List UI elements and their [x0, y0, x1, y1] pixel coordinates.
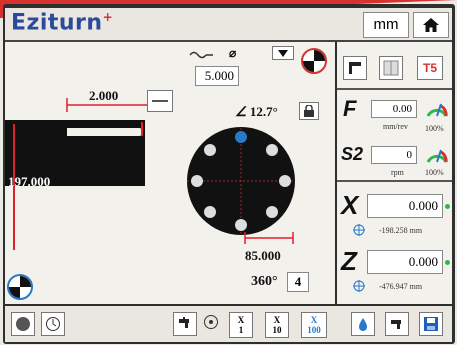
spindle-field[interactable]: 0: [371, 146, 417, 164]
center-mark-icon-bottom[interactable]: [7, 274, 33, 300]
spindle-unit: rpm: [391, 168, 404, 177]
z-secondary-value: -476.947 mm: [379, 282, 423, 291]
x-position-field[interactable]: 0.000: [367, 194, 443, 218]
x-axis-label: X: [341, 190, 359, 220]
divider: [337, 88, 452, 90]
top-bar: Eziturn+ mm: [5, 8, 452, 42]
jog-x10-button[interactable]: X 10: [265, 312, 289, 338]
z-target-icon[interactable]: [353, 280, 365, 292]
app-logo: Eziturn+: [11, 10, 114, 36]
save-icon: [424, 317, 438, 331]
bolt-hole-8: [204, 144, 216, 156]
bolt-circle-diagram: [187, 127, 295, 235]
bolt-hole-2: [266, 144, 278, 156]
grid-icon: [383, 60, 399, 76]
tool-icon: [152, 100, 168, 102]
tool-number-button[interactable]: T5: [417, 56, 443, 80]
x-status-led: [445, 204, 450, 209]
feed-field[interactable]: 0.00: [371, 100, 417, 118]
angle-label: ∠ 12.7°: [235, 104, 278, 119]
z-position-field[interactable]: 0.000: [367, 250, 443, 274]
bolt-hole-7: [191, 175, 203, 187]
lock-button[interactable]: [299, 102, 319, 120]
width-dimension-line: [66, 98, 150, 112]
feed-override-pct: 100%: [425, 124, 444, 133]
bolt-hole-5: [235, 219, 247, 231]
triangle-down-icon: [278, 50, 288, 57]
bolt-hole-3: [279, 175, 291, 187]
tap-icon: [391, 320, 401, 329]
divider: [337, 180, 452, 182]
bolt-circle-diameter: 85.000: [245, 248, 281, 263]
coolant-button[interactable]: [173, 312, 197, 336]
feed-unit: mm/rev: [383, 122, 408, 131]
coolant-tap-icon: [179, 317, 189, 328]
tool-table-button[interactable]: [379, 56, 403, 80]
coolant-spray-button[interactable]: [351, 312, 375, 336]
units-selector[interactable]: mm: [363, 12, 409, 38]
jog-x10-top: X: [273, 315, 281, 325]
spindle-override-pct: 100%: [425, 168, 444, 177]
record-icon: [16, 317, 30, 331]
timer-icon: [46, 317, 60, 331]
bottom-toolbar: X1 X 10 X 100: [5, 306, 452, 342]
record-button[interactable]: [11, 312, 35, 336]
bolt-hole-6: [204, 206, 216, 218]
jog-x1-button[interactable]: X1: [229, 312, 253, 338]
home-button[interactable]: [413, 12, 449, 38]
tool-holder-icon: [349, 62, 361, 74]
center-mark-icon-top[interactable]: [301, 48, 327, 74]
feed-gauge-icon[interactable]: [425, 96, 449, 120]
jog-x100-bottom: 100: [307, 325, 321, 335]
spindle-direction-icon[interactable]: [203, 314, 219, 330]
jog-x1-bottom: 1: [238, 325, 244, 335]
bolt-circle-dimension-line: [244, 232, 294, 244]
stock-diameter-icon: [189, 51, 213, 59]
timer-button[interactable]: [41, 312, 65, 336]
drop-icon: [359, 318, 367, 331]
lock-icon: [304, 105, 314, 117]
full-angle-label: 360°: [251, 274, 278, 289]
spindle-gauge-icon[interactable]: [425, 142, 449, 166]
save-button[interactable]: [419, 312, 443, 336]
part-dimension: 197.000: [8, 174, 51, 189]
jog-x1-top: X: [237, 315, 245, 325]
z-status-led: [445, 260, 450, 265]
angle-icon: ∠: [235, 104, 250, 119]
home-icon: [423, 17, 439, 32]
right-panel: T5 F 0.00 mm/rev 100% S2 0 rpm 100% X 0.…: [337, 42, 452, 304]
spindle-label: S2: [341, 144, 364, 164]
main-view: ⌀ 5.000 2.000 197.000 ∠ 12.7° 85.000 360…: [5, 42, 335, 304]
tap-button[interactable]: [385, 312, 409, 336]
tool-offset-button[interactable]: [147, 90, 173, 112]
tool-holder-button[interactable]: [343, 56, 367, 80]
dropdown-button[interactable]: [272, 46, 294, 60]
jog-x100-button[interactable]: X 100: [301, 312, 327, 338]
x-target-icon[interactable]: [353, 224, 365, 236]
jog-x100-top: X: [310, 315, 318, 325]
hole-count-field[interactable]: 4: [287, 272, 309, 292]
stock-diameter-field[interactable]: 5.000: [195, 66, 239, 86]
jog-x10-bottom: 10: [272, 325, 282, 335]
z-axis-label: Z: [341, 246, 357, 276]
part-groove: [67, 128, 143, 136]
groove-marker: [141, 122, 143, 136]
feed-label: F: [343, 96, 357, 121]
x-secondary-value: -198.258 mm: [379, 226, 423, 235]
bolt-hole-4: [266, 206, 278, 218]
bolt-hole-1: [235, 131, 247, 143]
diameter-symbol: ⌀: [229, 46, 237, 60]
